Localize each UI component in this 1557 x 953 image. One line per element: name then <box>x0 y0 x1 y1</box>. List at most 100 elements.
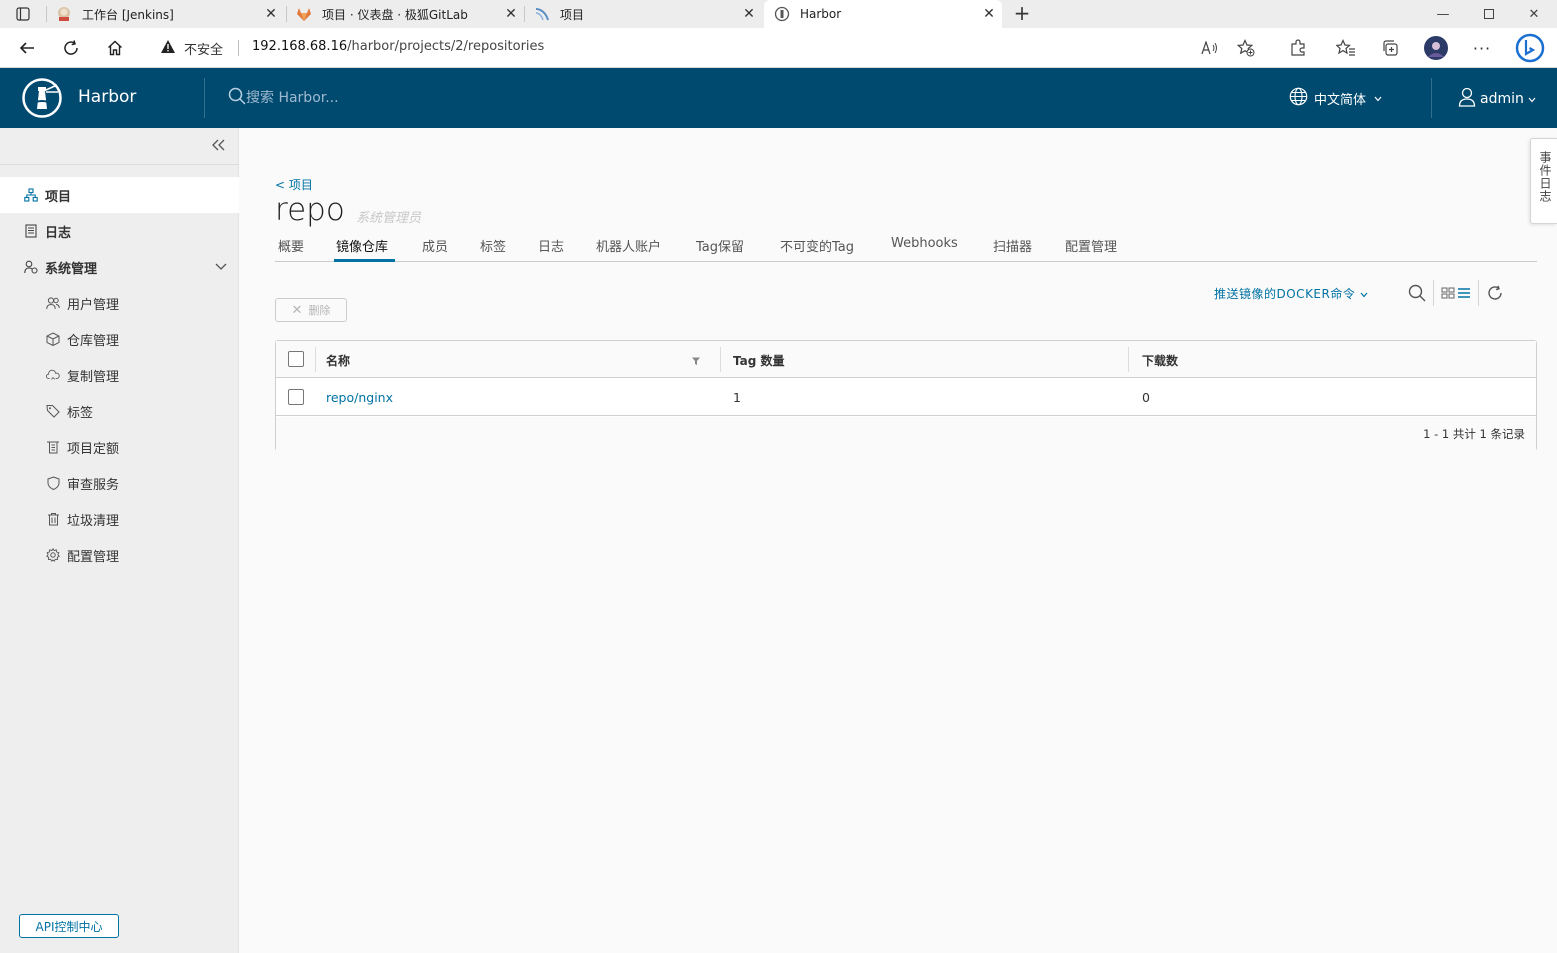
profile-avatar-icon[interactable] <box>1424 36 1448 60</box>
tab-tag-immutability[interactable]: 不可变的Tag <box>780 236 854 255</box>
tab-tag-retention[interactable]: Tag保留 <box>696 236 744 255</box>
bing-copilot-icon[interactable] <box>1514 33 1546 63</box>
collapse-sidebar-icon[interactable] <box>210 136 228 154</box>
tab-summary[interactable]: 概要 <box>278 236 304 255</box>
jenkins-favicon-icon <box>56 6 72 22</box>
tab-logs[interactable]: 日志 <box>538 236 564 255</box>
refresh-icon[interactable] <box>1486 283 1504 303</box>
sidebar-item-administration[interactable]: 系统管理 <box>0 249 239 285</box>
shield-icon <box>46 476 60 490</box>
gear-icon <box>46 548 60 562</box>
sidebar-item-logs[interactable]: 日志 <box>0 213 239 249</box>
chevron-down-icon <box>1528 91 1536 107</box>
collections-icon[interactable] <box>1378 36 1402 60</box>
sidebar-item-replications[interactable]: 复制管理 <box>0 357 239 393</box>
maximize-window-icon[interactable] <box>1466 0 1512 28</box>
users-icon <box>46 296 60 310</box>
browser-tab-jenkins[interactable]: 工作台 [Jenkins] ✕ <box>56 0 284 28</box>
close-icon: ✕ <box>291 302 303 318</box>
sidebar-item-project-quotas[interactable]: 项目定额 <box>0 429 239 465</box>
trash-icon <box>46 512 60 526</box>
tab-webhooks[interactable]: Webhooks <box>891 236 958 251</box>
brand-name[interactable]: Harbor <box>78 87 136 107</box>
cloud-sync-icon <box>46 368 60 382</box>
browser-tab-projects[interactable]: 项目 ✕ <box>534 0 762 28</box>
repositories-table: 名称 Tag 数量 下载数 repo/nginx 1 0 1 - 1 共计 1 … <box>275 340 1537 451</box>
page-title: repo <box>275 192 345 228</box>
column-header-pull-count[interactable]: 下载数 <box>1142 352 1178 369</box>
close-tab-icon[interactable]: ✕ <box>504 6 518 22</box>
close-tab-icon[interactable]: ✕ <box>742 6 756 22</box>
close-tab-icon[interactable]: ✕ <box>264 6 278 22</box>
search-input[interactable] <box>246 90 486 106</box>
extensions-icon[interactable] <box>1286 36 1310 60</box>
table-header: 名称 Tag 数量 下载数 <box>276 341 1536 378</box>
back-to-projects-link[interactable]: < 项目 <box>275 176 313 193</box>
pull-count-cell: 0 <box>1142 390 1150 405</box>
tab-scanner[interactable]: 扫描器 <box>993 236 1032 255</box>
sidebar-item-registries[interactable]: 仓库管理 <box>0 321 239 357</box>
close-window-icon[interactable]: ✕ <box>1511 0 1557 28</box>
column-header-name[interactable]: 名称 <box>326 352 350 369</box>
projects-icon <box>24 188 38 202</box>
tab-configuration[interactable]: 配置管理 <box>1065 236 1117 255</box>
read-aloud-icon[interactable] <box>1198 36 1222 60</box>
sidebar-item-garbage-collection[interactable]: 垃圾清理 <box>0 501 239 537</box>
tab-actions-icon[interactable] <box>14 5 32 23</box>
active-tab-indicator <box>334 259 395 262</box>
view-toggle-icon[interactable] <box>1440 283 1472 303</box>
tab-repositories[interactable]: 镜像仓库 <box>336 236 388 255</box>
harbor-logo-icon[interactable] <box>22 78 62 118</box>
browser-tab-harbor[interactable]: Harbor ✕ <box>764 0 1002 28</box>
sidebar-item-users[interactable]: 用户管理 <box>0 285 239 321</box>
chevron-down-icon[interactable] <box>215 260 227 275</box>
filter-icon[interactable] <box>691 355 701 370</box>
tag-count-cell: 1 <box>733 390 741 405</box>
pagination-info: 1 - 1 共计 1 条记录 <box>1423 427 1525 441</box>
favorites-icon[interactable] <box>1334 36 1358 60</box>
sidebar-item-projects[interactable]: 项目 <box>0 177 239 213</box>
tab-labels[interactable]: 标签 <box>480 236 506 255</box>
browser-tab-gitlab[interactable]: 项目 · 仪表盘 · 极狐GitLab ✕ <box>296 0 524 28</box>
repository-name-link[interactable]: repo/nginx <box>326 390 393 405</box>
globe-icon <box>1289 87 1308 110</box>
reload-icon[interactable] <box>59 36 83 60</box>
box-icon <box>46 332 60 346</box>
projects-favicon-icon <box>534 6 550 22</box>
more-options-icon[interactable]: ··· <box>1470 36 1494 60</box>
search-icon[interactable] <box>1406 283 1428 303</box>
api-explorer-button[interactable]: API控制中心 <box>19 914 119 938</box>
logs-icon <box>24 224 38 238</box>
chevron-down-icon <box>1360 287 1368 301</box>
add-favorite-icon[interactable] <box>1234 36 1258 60</box>
row-checkbox[interactable] <box>288 389 304 405</box>
home-icon[interactable] <box>103 36 127 60</box>
back-arrow-icon[interactable] <box>15 36 39 60</box>
warning-icon <box>160 39 176 58</box>
push-command-dropdown[interactable]: 推送镜像的DOCKER命令 <box>1214 285 1368 302</box>
sidebar-item-interrogation-services[interactable]: 审查服务 <box>0 465 239 501</box>
tab-members[interactable]: 成员 <box>422 236 448 255</box>
column-header-tag-count[interactable]: Tag 数量 <box>733 352 785 369</box>
quota-icon <box>46 440 60 454</box>
close-tab-icon[interactable]: ✕ <box>982 6 996 22</box>
sidebar-item-labels[interactable]: 标签 <box>0 393 239 429</box>
select-all-checkbox[interactable] <box>288 351 304 367</box>
url-field[interactable]: 192.168.68.16/harbor/projects/2/reposito… <box>252 39 544 54</box>
admin-users-icon <box>24 260 38 274</box>
event-log-panel-toggle[interactable]: 事件日志 <box>1530 138 1557 224</box>
browser-address-bar: 不安全 192.168.68.16/harbor/projects/2/repo… <box>0 28 1557 68</box>
gitlab-favicon-icon <box>296 6 312 22</box>
site-security-indicator[interactable]: 不安全 <box>160 38 223 58</box>
sidebar-item-configuration[interactable]: 配置管理 <box>0 537 239 573</box>
minimize-window-icon[interactable]: — <box>1420 0 1466 28</box>
user-menu[interactable]: admin <box>1458 87 1536 111</box>
global-search[interactable] <box>228 86 486 110</box>
tab-robot-accounts[interactable]: 机器人账户 <box>596 236 661 255</box>
project-tabs: 概要 镜像仓库 成员 标签 日志 机器人账户 Tag保留 不可变的Tag Web… <box>275 228 1537 262</box>
delete-button[interactable]: ✕ 删除 <box>275 298 347 322</box>
new-tab-icon[interactable]: + <box>1010 2 1034 26</box>
search-icon <box>228 87 246 109</box>
language-selector[interactable]: 中文简体 <box>1289 87 1382 110</box>
table-footer: 1 - 1 共计 1 条记录 <box>276 417 1536 451</box>
